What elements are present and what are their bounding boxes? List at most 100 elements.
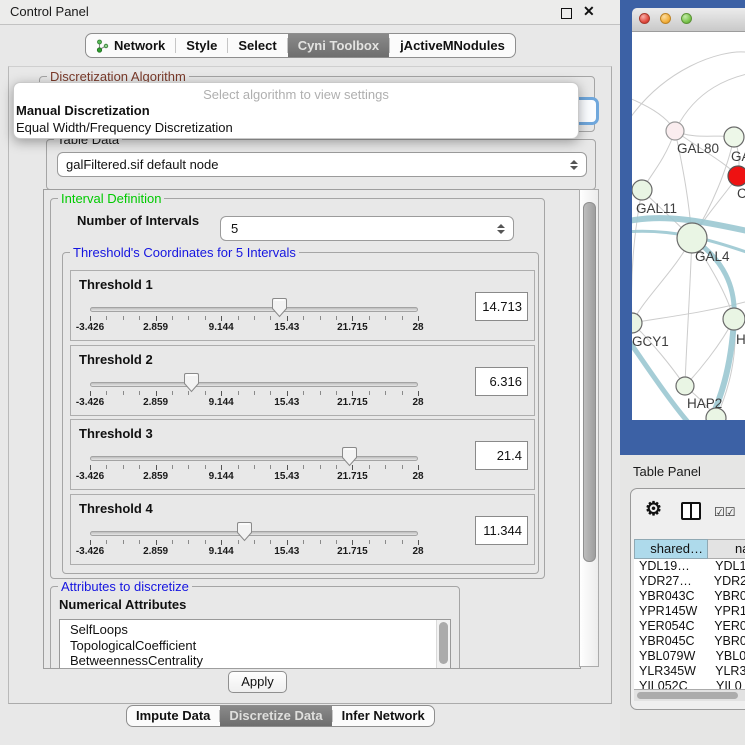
vertical-scrollbar-thumb[interactable] [583, 202, 596, 562]
slider-tick-icon [418, 465, 419, 470]
minimize-traffic-light-icon[interactable] [660, 13, 671, 24]
attribute-list-item[interactable]: SelfLoops [60, 622, 450, 638]
float-icon[interactable] [561, 8, 572, 19]
slider-tick-icon [303, 465, 304, 469]
cell-shared-name: YBR045C [634, 634, 706, 649]
slider-track[interactable] [90, 531, 418, 536]
slider-track[interactable] [90, 456, 418, 461]
slider-tick-icon [90, 391, 91, 396]
network-node[interactable] [728, 166, 745, 186]
table-row[interactable]: YPR145WYPR1 [634, 604, 745, 619]
algorithm-option[interactable]: Manual Discretization [14, 102, 578, 119]
checkbox-columns-icon[interactable] [714, 505, 736, 519]
close-icon[interactable] [583, 3, 595, 20]
slider-tick-icon [172, 540, 173, 544]
cell-shared-name: YLR345W [634, 664, 707, 679]
slider-tick-icon [90, 540, 91, 545]
cell-shared-name: YDR27… [634, 574, 706, 589]
table-row[interactable]: YBR043CYBR0 [634, 589, 745, 604]
slider-tick-label: 15.43 [274, 397, 299, 408]
tab-select[interactable]: Select [228, 34, 286, 57]
slider-tick-icon [139, 316, 140, 320]
slider-tick-icon [254, 316, 255, 320]
slider-tick-icon [336, 391, 337, 395]
number-of-intervals-combo[interactable]: 5 [220, 216, 514, 241]
algorithm-option[interactable]: Equal Width/Frequency Discretization [14, 119, 578, 136]
apply-button[interactable]: Apply [228, 671, 287, 693]
attribute-list-item[interactable]: TopologicalCoefficient [60, 638, 450, 654]
horizontal-scrollbar-thumb[interactable] [637, 692, 738, 699]
threshold-value-field[interactable]: 6.316 [475, 367, 528, 396]
slider-tick-icon [156, 316, 157, 321]
threshold-value-field[interactable]: 11.344 [475, 516, 528, 545]
slider-tick-icon [156, 465, 157, 470]
table-panel-title: Table Panel [633, 464, 701, 479]
slider-tick-icon [418, 316, 419, 321]
cell-shared-name: YBL079W [634, 649, 708, 664]
slider-tick-icon [402, 391, 403, 395]
vertical-scrollbar[interactable] [579, 189, 599, 667]
column-header-name[interactable]: na [708, 539, 745, 559]
slider-thumb[interactable] [183, 372, 200, 393]
slider-track[interactable] [90, 382, 418, 387]
control-panel-titlebar: Control Panel [0, 0, 620, 25]
cell-shared-name: YBR043C [634, 589, 706, 604]
slider-tick-icon [369, 316, 370, 320]
tab-network[interactable]: Network [86, 34, 175, 57]
tab-cyni-toolbox[interactable]: Cyni Toolbox [288, 34, 389, 57]
table-row[interactable]: YDL19…YDL1 [634, 559, 745, 574]
threshold-value-field[interactable]: 14.713 [475, 292, 528, 321]
table-row[interactable]: YBL079WYBL0 [634, 649, 745, 664]
column-header-shared-name[interactable]: shared… [634, 539, 708, 559]
table-row[interactable]: YBR045CYBR0 [634, 634, 745, 649]
slider-track[interactable] [90, 307, 418, 312]
slider-thumb[interactable] [341, 446, 358, 467]
gear-icon[interactable] [645, 499, 662, 521]
numerical-attributes-list[interactable]: SelfLoopsTopologicalCoefficientBetweenne… [59, 619, 451, 669]
zoom-traffic-light-icon[interactable] [681, 13, 692, 24]
slider-tick-label: 15.43 [274, 322, 299, 333]
scroll-viewport: Interval Definition Number of Intervals … [43, 189, 581, 669]
slider-tick-label: 21.715 [337, 471, 368, 482]
slider-tick-icon [123, 465, 124, 469]
slider-thumb[interactable] [271, 297, 288, 318]
tab-style[interactable]: Style [176, 34, 227, 57]
table-row[interactable]: YDR27…YDR2 [634, 574, 745, 589]
attribute-list-scrollbar[interactable] [436, 620, 450, 669]
bottom-tab-infer-network[interactable]: Infer Network [333, 706, 434, 726]
bottom-tab-discretize-data[interactable]: Discretize Data [220, 706, 331, 726]
attribute-list-item[interactable]: BetweennessCentrality [60, 653, 450, 669]
network-node-label: GAL80 [677, 141, 719, 156]
horizontal-scrollbar[interactable] [634, 689, 745, 701]
tab-jactivemnodules[interactable]: jActiveMNodules [390, 34, 515, 57]
network-node-hap2[interactable] [676, 377, 694, 395]
slider-tick-icon [188, 465, 189, 469]
network-node-gal80[interactable] [666, 122, 684, 140]
column-layout-icon[interactable] [681, 502, 701, 520]
network-desktop: GAL80GACGAL11GAL4GCY1HHAP2 [620, 0, 745, 455]
table-data-combo[interactable]: galFiltered.sif default node [57, 152, 587, 177]
slider-tick-icon [303, 391, 304, 395]
threshold-value-field[interactable]: 21.4 [475, 441, 528, 470]
network-node[interactable] [724, 127, 744, 147]
network-canvas[interactable]: GAL80GACGAL11GAL4GCY1HHAP2 [632, 32, 745, 420]
table-row[interactable]: YIL052CYIL0 [634, 679, 745, 689]
threshold-panel: Threshold 2-3.4262.8599.14415.4321.71528… [70, 345, 535, 416]
table-row[interactable]: YER054CYER0 [634, 619, 745, 634]
slider-tick-label: 9.144 [209, 546, 234, 557]
close-traffic-light-icon[interactable] [639, 13, 650, 24]
table-row[interactable]: YLR345WYLR3 [634, 664, 745, 679]
network-node-h[interactable] [723, 308, 745, 330]
slider-tick-label: 2.859 [143, 322, 168, 333]
network-window-titlebar[interactable] [632, 8, 745, 32]
attribute-list-scrollbar-thumb[interactable] [439, 622, 448, 664]
tab-label: Style [186, 38, 217, 53]
bottom-tab-impute-data[interactable]: Impute Data [127, 706, 219, 726]
slider-thumb[interactable] [236, 521, 253, 542]
slider-tick-label: 28 [412, 546, 423, 557]
network-node-gcy1[interactable] [632, 313, 642, 333]
network-node-gal11[interactable] [632, 180, 652, 200]
cell-shared-name: YIL052C [634, 679, 708, 689]
slider-tick-label: 28 [412, 471, 423, 482]
slider-tick-icon [123, 316, 124, 320]
